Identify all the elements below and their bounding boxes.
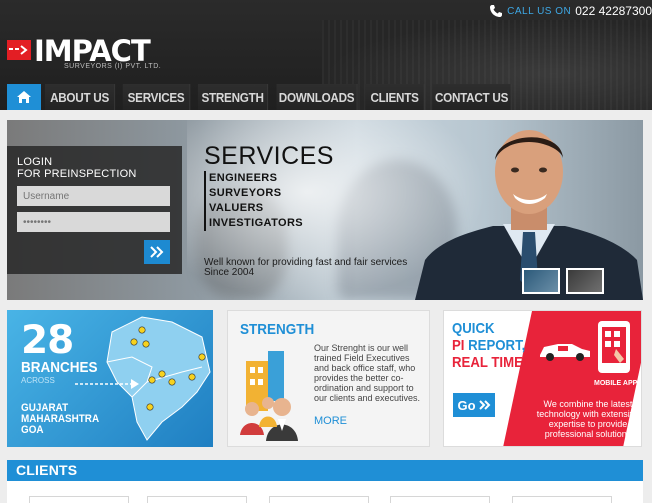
nav-about-us[interactable]: ABOUT US xyxy=(44,84,116,110)
strength-description: Our Strenght is our well trained Field E… xyxy=(314,343,421,403)
nav-services[interactable]: SERVICES xyxy=(122,84,191,110)
clients-logo-strip xyxy=(7,481,643,503)
mobile-phone-icon xyxy=(598,321,630,373)
pi-go-button[interactable]: Go xyxy=(453,393,495,417)
car-icon xyxy=(540,344,590,361)
team-illustration-icon xyxy=(240,351,298,441)
password-input[interactable] xyxy=(17,212,170,232)
main-nav: ABOUT US SERVICES STRENGTH DOWNLOADS CLI… xyxy=(0,84,652,110)
logo-arrow-icon xyxy=(7,40,31,60)
preinspection-login-panel: LOGIN FOR PREINSPECTION xyxy=(7,146,182,274)
services-tagline: Well known for providing fast and fair s… xyxy=(204,257,408,278)
clients-heading: CLIENTS xyxy=(7,460,643,481)
slide-thumbnail[interactable] xyxy=(522,268,560,294)
pi-line-quick: QUICK xyxy=(452,320,495,337)
pi-label: PI xyxy=(452,337,469,354)
site-header: CALL US ON 022 42287300 IMPACT SURVEYORS… xyxy=(0,0,652,110)
service-item-valuers: VALUERS xyxy=(204,201,303,216)
region-goa: GOA xyxy=(21,424,44,436)
pi-report-tile: QUICK PI REPORT, REAL TIME! Go MOBILE AP… xyxy=(443,310,642,447)
branches-tile[interactable]: 28 BRANCHES ACROSS GUJARAT MAHARASHTRA G… xyxy=(7,310,213,447)
nav-downloads[interactable]: DOWNLOADS xyxy=(276,84,358,110)
services-heading: SERVICES xyxy=(204,142,334,170)
regions-list: GUJARAT MAHARASHTRA GOA xyxy=(21,403,99,436)
mobile-app-label: MOBILE APP xyxy=(594,380,638,387)
go-label: Go xyxy=(457,397,476,413)
client-logo[interactable] xyxy=(147,496,247,503)
slide-thumbnail[interactable] xyxy=(566,268,604,294)
pi-description: We combine the latest technology with ex… xyxy=(536,399,640,439)
dashed-arrow-icon xyxy=(75,379,139,389)
strength-more-link[interactable]: MORE xyxy=(314,415,347,427)
phone-number[interactable]: 022 42287300 xyxy=(575,4,652,18)
pi-line-report: PI REPORT, xyxy=(452,337,527,354)
services-list: ENGINEERS SURVEYORS VALUERS INVESTIGATOR… xyxy=(204,171,303,231)
double-chevron-right-icon xyxy=(478,400,490,410)
strength-tile: STRENGTH Our Strenght is our well traine… xyxy=(227,310,430,447)
main-content: LOGIN FOR PREINSPECTION SERVICES ENGINEE… xyxy=(0,110,652,503)
home-icon xyxy=(17,91,31,103)
service-item-engineers: ENGINEERS xyxy=(204,171,303,186)
nav-contact-us[interactable]: CONTACT US xyxy=(432,84,512,110)
service-item-investigators: INVESTIGATORS xyxy=(204,216,303,231)
branches-count: 28 xyxy=(21,318,74,363)
across-label: ACROSS xyxy=(21,376,55,385)
brand-subtitle: SURVEYORS (I) PVT. LTD. xyxy=(64,63,162,70)
phone-icon xyxy=(489,4,503,18)
double-chevron-right-icon xyxy=(150,246,164,258)
nav-clients[interactable]: CLIENTS xyxy=(365,84,425,110)
nav-home[interactable] xyxy=(7,84,41,110)
login-submit-button[interactable] xyxy=(144,240,170,264)
login-subtitle: FOR PREINSPECTION xyxy=(17,168,137,180)
hero-banner: LOGIN FOR PREINSPECTION SERVICES ENGINEE… xyxy=(7,120,643,300)
slide-thumbnails xyxy=(522,268,604,294)
client-logo[interactable] xyxy=(29,496,129,503)
pi-line-realtime: REAL TIME! xyxy=(452,354,528,371)
client-logo[interactable] xyxy=(512,496,612,503)
pi-headline: QUICK PI REPORT, REAL TIME! xyxy=(452,320,527,371)
report-label: REPORT, xyxy=(468,337,526,354)
client-logo[interactable] xyxy=(390,496,490,503)
branches-label: BRANCHES xyxy=(21,359,98,376)
impact-logo[interactable]: IMPACT SURVEYORS (I) PVT. LTD. xyxy=(7,34,162,74)
nav-strength[interactable]: STRENGTH xyxy=(197,84,269,110)
strength-heading: STRENGTH xyxy=(240,321,315,338)
username-input[interactable] xyxy=(17,186,170,206)
phone-contact: CALL US ON 022 42287300 xyxy=(489,2,652,20)
service-item-surveyors: SURVEYORS xyxy=(204,186,303,201)
call-us-label: CALL US ON xyxy=(507,5,572,17)
client-logo[interactable] xyxy=(269,496,369,503)
login-title: LOGIN xyxy=(17,156,53,168)
